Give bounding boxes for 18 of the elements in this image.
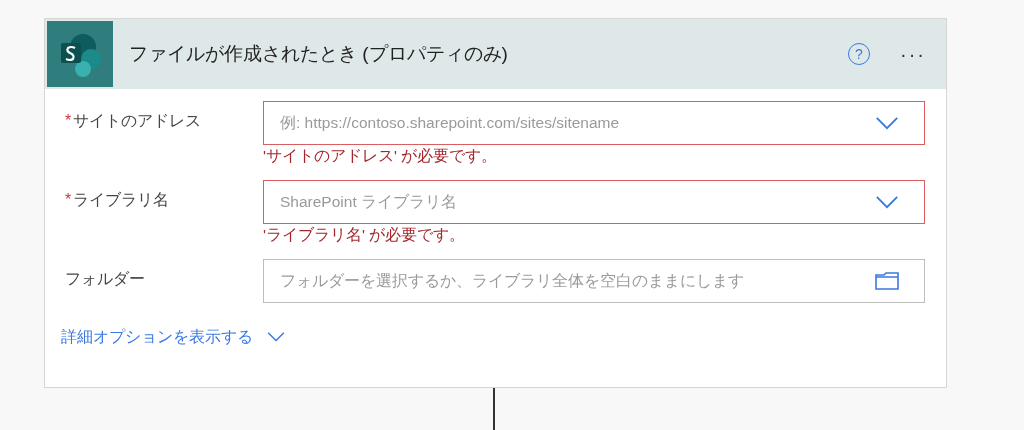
- field-label: フォルダー: [65, 269, 145, 289]
- field-label: ライブラリ名: [73, 190, 170, 210]
- more-options-button[interactable]: ···: [900, 44, 926, 64]
- card-title: ファイルが作成されたとき (プロパティのみ): [129, 41, 509, 66]
- show-advanced-options-link[interactable]: 詳細オプションを表示する: [61, 325, 285, 349]
- required-mark: *: [65, 190, 72, 210]
- folder-icon: [875, 272, 899, 290]
- dropdown-field[interactable]: SharePoint ライブラリ名: [263, 180, 925, 224]
- field-label: サイトのアドレス: [73, 111, 202, 131]
- folder-field[interactable]: フォルダーを選択するか、ライブラリ全体を空白のままにします: [263, 259, 925, 303]
- connector-line: [493, 388, 495, 430]
- sharepoint-logo-icon: [47, 21, 113, 87]
- chevron-down-icon: [875, 116, 899, 130]
- chevron-down-icon: [875, 195, 899, 209]
- error-message: 'ライブラリ名' が必要です。: [263, 225, 467, 245]
- required-mark: *: [65, 111, 72, 131]
- dropdown-field[interactable]: 例: https://contoso.sharepoint.com/sites/sitename: [263, 101, 925, 145]
- error-message: 'サイトのアドレス' が必要です。: [263, 146, 499, 166]
